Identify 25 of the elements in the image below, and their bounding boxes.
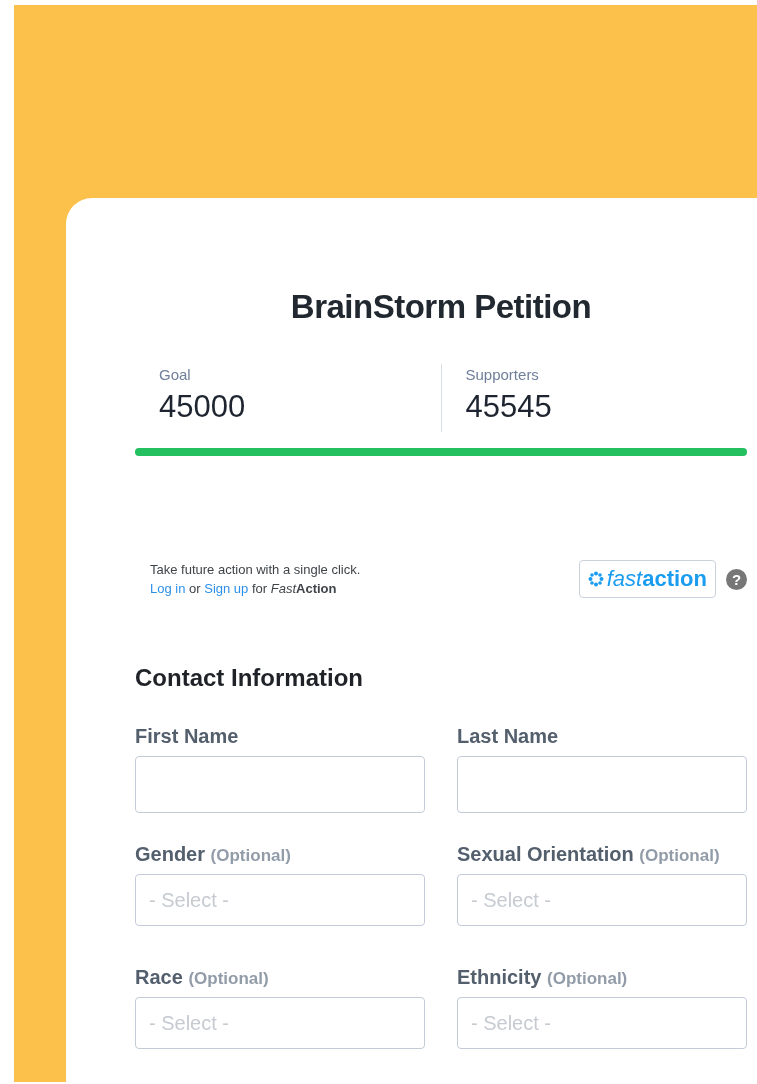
text-field[interactable]	[135, 756, 425, 813]
help-icon[interactable]: ?	[726, 568, 747, 590]
field-label: Gender (Optional)	[135, 843, 292, 867]
petition-title: BrainStorm Petition	[289, 288, 593, 326]
select-field[interactable]: - Select -	[135, 874, 425, 926]
fastaction-button[interactable]: fastaction	[578, 560, 716, 598]
section-heading: Contact Information	[135, 664, 364, 692]
stat-label: Goal	[159, 366, 192, 383]
stat-label: Supporters	[465, 366, 540, 383]
field-label: Sexual Orientation (Optional)	[457, 843, 721, 867]
fastaction-tagline: Take future action with a single click.	[150, 561, 362, 579]
flower-icon	[587, 571, 604, 587]
select-field[interactable]: - Select -	[457, 997, 747, 1049]
select-field[interactable]: - Select -	[135, 997, 425, 1049]
signup-link[interactable]: Sign up	[204, 581, 249, 596]
login-link[interactable]: Log in	[150, 581, 186, 596]
field-label: Last Name	[457, 725, 560, 749]
field-label: First Name	[135, 725, 240, 749]
select-field[interactable]: - Select -	[457, 874, 747, 926]
stat-value: 45000	[159, 389, 247, 425]
field-label: Race (Optional)	[135, 966, 270, 990]
signin-prompt: Log in or Sign up for FastAction	[150, 580, 338, 598]
field-label: Ethnicity (Optional)	[457, 966, 629, 990]
text-field[interactable]	[457, 756, 747, 813]
stat-value: 45545	[465, 389, 553, 425]
